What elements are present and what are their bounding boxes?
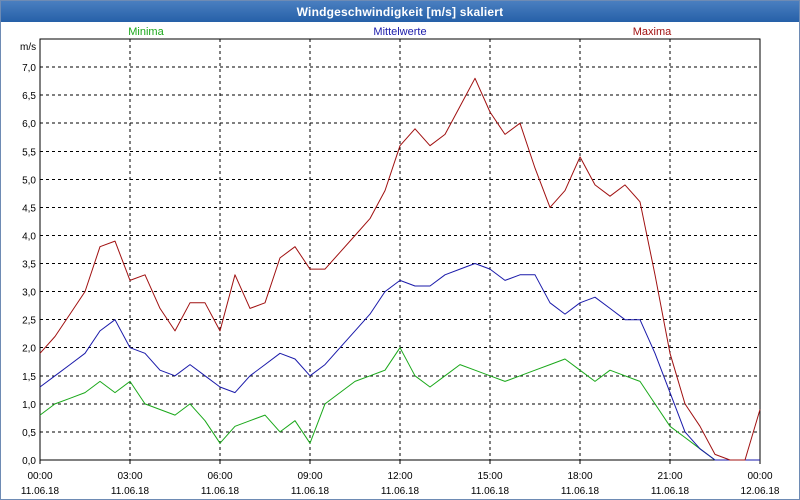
- y-tick-label: 3,0: [22, 288, 36, 299]
- grid: [40, 39, 760, 461]
- y-tick-label: 0,0: [22, 456, 36, 467]
- x-tick-time-label: 21:00: [657, 471, 682, 482]
- y-tick-label: 2,0: [22, 344, 36, 355]
- x-tick-date-label: 11.06.18: [651, 486, 690, 497]
- x-tick-date-label: 11.06.18: [291, 486, 330, 497]
- y-tick-label: 2,5: [22, 316, 36, 327]
- y-tick-label: 1,5: [22, 372, 36, 383]
- x-tick-date-label: 11.06.18: [21, 486, 60, 497]
- x-tick-date-label: 12.06.18: [741, 486, 780, 497]
- y-tick-label: 5,5: [22, 147, 36, 158]
- x-tick-date-label: 11.06.18: [471, 486, 510, 497]
- x-tick-time-label: 03:00: [117, 471, 142, 482]
- y-axis-unit-label: m/s: [20, 42, 36, 53]
- y-tick-label: 7,0: [22, 63, 36, 74]
- legend-maxima: Maxima: [633, 26, 672, 38]
- x-tick-date-label: 11.06.18: [201, 486, 240, 497]
- x-tick-time-label: 12:00: [387, 471, 412, 482]
- y-tick-label: 1,0: [22, 400, 36, 411]
- legend-mittelwerte: Mittelwerte: [373, 26, 426, 38]
- x-tick-time-label: 18:00: [567, 471, 592, 482]
- y-tick-label: 5,0: [22, 175, 36, 186]
- y-tick-label: 4,0: [22, 231, 36, 242]
- legend-minima: Minima: [128, 26, 164, 38]
- x-tick-date-label: 11.06.18: [381, 486, 420, 497]
- y-tick-label: 3,5: [22, 260, 36, 271]
- x-tick-time-label: 09:00: [297, 471, 322, 482]
- y-tick-label: 6,5: [22, 91, 36, 102]
- x-tick-time-label: 00:00: [27, 471, 52, 482]
- x-tick-date-label: 11.06.18: [561, 486, 600, 497]
- y-tick-label: 4,5: [22, 203, 36, 214]
- x-tick-date-label: 11.06.18: [111, 486, 150, 497]
- x-tick-time-label: 15:00: [477, 471, 502, 482]
- y-tick-label: 0,5: [22, 428, 36, 439]
- wind-speed-chart: 0,0 0,5 1,0 1,5 2,0 2,5 3,0 3,5 4,0 4,5 5,0 5,5 6,0 6…: [20, 26, 780, 497]
- y-tick-label: 6,0: [22, 119, 36, 130]
- x-tick-time-label: 06:00: [207, 471, 232, 482]
- x-tick-time-label: 00:00: [747, 471, 772, 482]
